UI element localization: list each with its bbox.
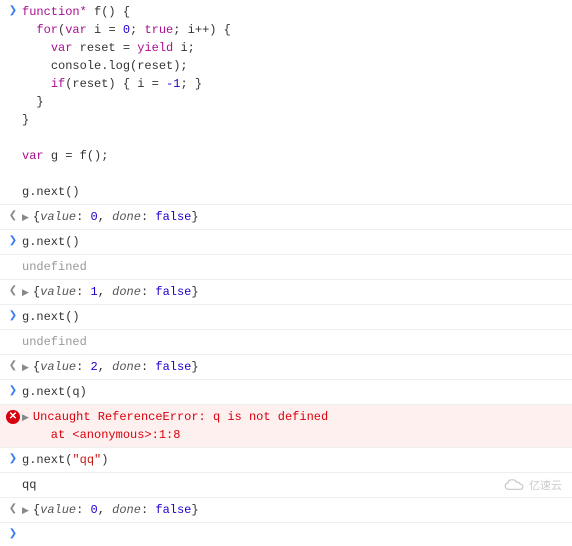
result-row[interactable]: ❮ ▶{value: 0, done: false}: [0, 498, 572, 523]
chevron-left-icon: ❮: [9, 285, 17, 297]
code-block: function* f() { for(var i = 0; true; i++…: [22, 3, 572, 201]
console-input-row[interactable]: ❯ g.next(q): [0, 380, 572, 405]
expand-triangle-icon[interactable]: ▶: [22, 506, 29, 516]
chevron-right-icon: ❯: [9, 385, 17, 397]
watermark-logo: 亿速云: [503, 477, 562, 493]
log-value: undefined: [22, 333, 572, 351]
input-text: g.next(): [22, 308, 572, 326]
result-object: ▶{value: 1, done: false}: [22, 283, 572, 301]
console-input-row[interactable]: ❯ g.next("qq"): [0, 448, 572, 473]
result-object: ▶{value: 0, done: false}: [22, 208, 572, 226]
console-prompt-row[interactable]: ❯: [0, 523, 572, 543]
input-text: g.next(q): [22, 383, 572, 401]
console-panel: ❯ function* f() { for(var i = 0; true; i…: [0, 0, 572, 543]
console-input-row[interactable]: ❯ g.next(): [0, 230, 572, 255]
chevron-right-icon: ❯: [9, 453, 17, 465]
prompt-input[interactable]: [22, 526, 572, 540]
chevron-right-icon: ❯: [9, 5, 17, 17]
log-value: qq: [22, 476, 572, 494]
log-row: undefined: [0, 255, 572, 280]
input-text: g.next("qq"): [22, 451, 572, 469]
result-row[interactable]: ❮ ▶{value: 1, done: false}: [0, 280, 572, 305]
result-object: ▶{value: 2, done: false}: [22, 358, 572, 376]
console-input-row[interactable]: ❯ function* f() { for(var i = 0; true; i…: [0, 0, 572, 205]
result-row[interactable]: ❮ ▶{value: 0, done: false}: [0, 205, 572, 230]
error-text: ▶Uncaught ReferenceError: q is not defin…: [22, 408, 572, 444]
chevron-left-icon: ❮: [9, 210, 17, 222]
watermark-text: 亿速云: [529, 477, 562, 493]
result-object: ▶{value: 0, done: false}: [22, 501, 572, 519]
expand-triangle-icon[interactable]: ▶: [22, 413, 29, 423]
error-icon: ✕: [6, 410, 20, 424]
log-value: undefined: [22, 258, 572, 276]
chevron-left-icon: ❮: [9, 503, 17, 515]
expand-triangle-icon[interactable]: ▶: [22, 213, 29, 223]
chevron-right-icon: ❯: [9, 235, 17, 247]
log-row: qq: [0, 473, 572, 498]
expand-triangle-icon[interactable]: ▶: [22, 288, 29, 298]
chevron-right-icon: ❯: [9, 310, 17, 322]
chevron-right-icon: ❯: [9, 528, 17, 540]
console-input-row[interactable]: ❯ g.next(): [0, 305, 572, 330]
error-row[interactable]: ✕ ▶Uncaught ReferenceError: q is not def…: [0, 405, 572, 448]
log-row: undefined: [0, 330, 572, 355]
chevron-left-icon: ❮: [9, 360, 17, 372]
cloud-icon: [503, 478, 525, 492]
expand-triangle-icon[interactable]: ▶: [22, 363, 29, 373]
result-row[interactable]: ❮ ▶{value: 2, done: false}: [0, 355, 572, 380]
input-text: g.next(): [22, 233, 572, 251]
